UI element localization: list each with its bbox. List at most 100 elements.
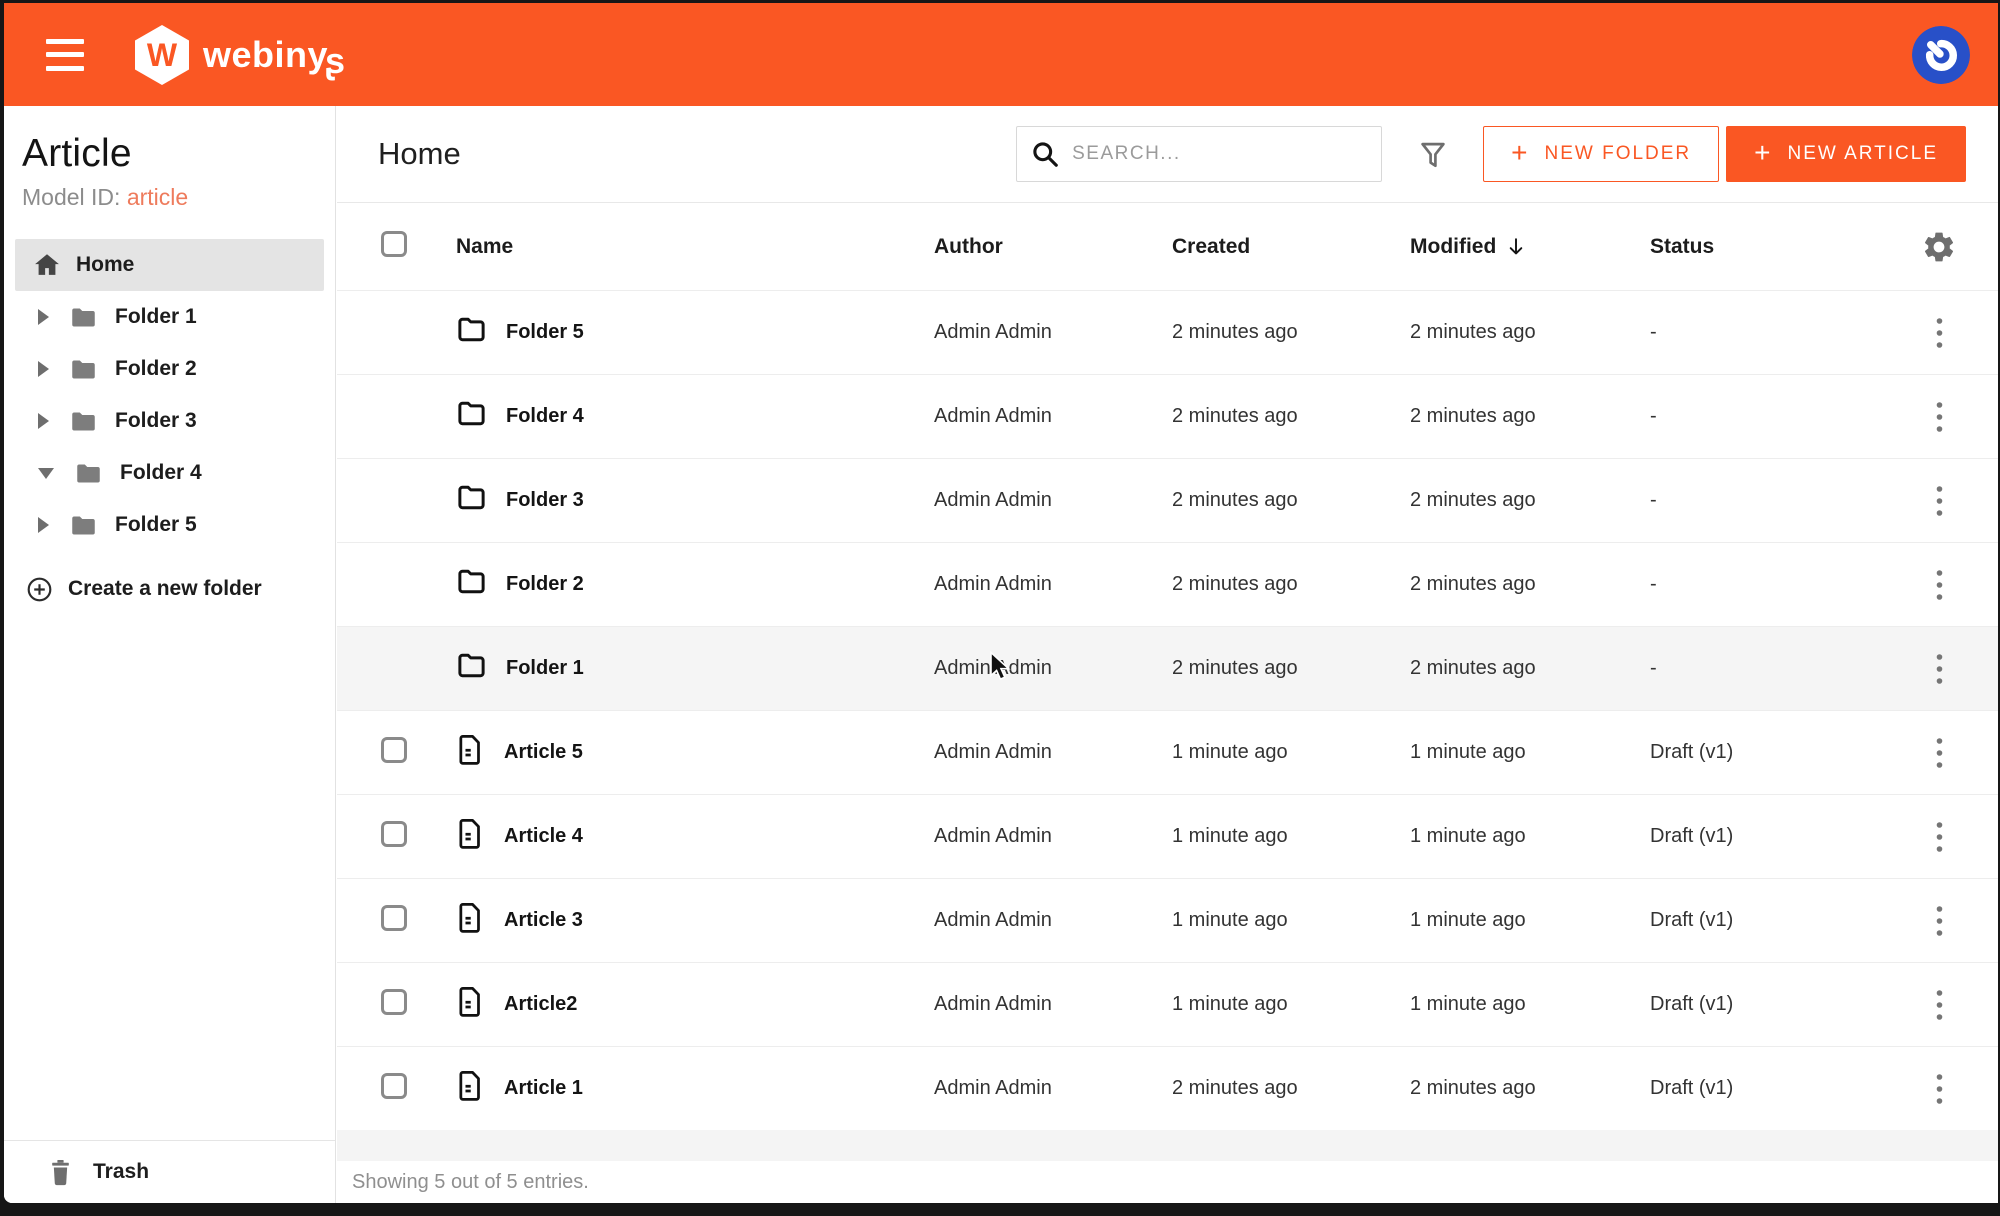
kebab-menu-icon[interactable]	[1931, 984, 1948, 1026]
entry-status: -	[1650, 657, 1900, 680]
kebab-menu-icon[interactable]	[1931, 564, 1948, 606]
table-row-folder-2[interactable]: Folder 2 Admin Admin 2 minutes ago 2 min…	[337, 542, 1998, 626]
entry-author: Admin Admin	[934, 573, 1172, 596]
kebab-menu-icon[interactable]	[1931, 396, 1948, 438]
entry-created: 1 minute ago	[1172, 741, 1410, 764]
entry-status: Draft (v1)	[1650, 741, 1900, 764]
table-row-article-4[interactable]: Article 4 Admin Admin 1 minute ago 1 min…	[337, 794, 1998, 878]
folder-label: Folder 2	[115, 357, 197, 381]
sidebar-item-folder-3[interactable]: Folder 3	[4, 395, 335, 447]
entry-name: Article 1	[504, 1077, 583, 1100]
folder-navigation: Home Folder 1 Folder 2 Folder 3	[4, 239, 335, 611]
entry-author: Admin Admin	[934, 909, 1172, 932]
table-row-article2[interactable]: Article2 Admin Admin 1 minute ago 1 minu…	[337, 962, 1998, 1046]
entry-status: Draft (v1)	[1650, 1077, 1900, 1100]
table-body: Folder 5 Admin Admin 2 minutes ago 2 min…	[337, 290, 1998, 1130]
entry-name: Article 5	[504, 741, 583, 764]
user-avatar[interactable]	[1912, 26, 1970, 84]
folder-icon	[456, 650, 487, 687]
plus-circle-icon	[26, 576, 53, 603]
table-row-article-3[interactable]: Article 3 Admin Admin 1 minute ago 1 min…	[337, 878, 1998, 962]
webiny-hexagon-icon: W	[134, 24, 190, 86]
folder-icon	[456, 566, 487, 603]
folder-label: Folder 1	[115, 305, 197, 329]
hamburger-menu-icon[interactable]	[46, 39, 86, 71]
entry-name: Article 4	[504, 825, 583, 848]
entry-author: Admin Admin	[934, 825, 1172, 848]
row-checkbox[interactable]	[381, 1073, 407, 1099]
kebab-menu-icon[interactable]	[1931, 480, 1948, 522]
caret-right-icon[interactable]	[38, 517, 49, 533]
entry-author: Admin Admin	[934, 657, 1172, 680]
table-row-article-1[interactable]: Article 1 Admin Admin 2 minutes ago 2 mi…	[337, 1046, 1998, 1130]
entry-modified: 2 minutes ago	[1410, 489, 1650, 512]
entry-name: Folder 3	[506, 489, 584, 512]
table-row-folder-4[interactable]: Folder 4 Admin Admin 2 minutes ago 2 min…	[337, 374, 1998, 458]
brand-tail-glyph: ʂ	[325, 40, 345, 82]
create-folder-button[interactable]: Create a new folder	[4, 567, 335, 611]
sidebar-item-home[interactable]: Home	[15, 239, 324, 291]
filter-funnel-icon[interactable]	[1417, 137, 1449, 171]
new-folder-button[interactable]: + NEW FOLDER	[1483, 126, 1719, 182]
folder-tree: Folder 1 Folder 2 Folder 3 Folder 4	[4, 291, 335, 551]
kebab-menu-icon[interactable]	[1931, 1068, 1948, 1110]
kebab-menu-icon[interactable]	[1931, 732, 1948, 774]
top-app-bar: W webiny ʂ	[4, 3, 1998, 106]
row-checkbox[interactable]	[381, 737, 407, 763]
new-article-button[interactable]: + NEW ARTICLE	[1726, 126, 1966, 182]
column-header-modified[interactable]: Modified	[1410, 235, 1650, 259]
document-icon	[456, 734, 485, 771]
entry-name: Article 3	[504, 909, 583, 932]
caret-right-icon[interactable]	[38, 361, 49, 377]
column-header-status[interactable]: Status	[1650, 235, 1900, 259]
table-row-folder-3[interactable]: Folder 3 Admin Admin 2 minutes ago 2 min…	[337, 458, 1998, 542]
sidebar-item-folder-2[interactable]: Folder 2	[4, 343, 335, 395]
caret-right-icon[interactable]	[38, 309, 49, 325]
row-checkbox[interactable]	[381, 821, 407, 847]
entry-author: Admin Admin	[934, 405, 1172, 428]
caret-right-icon[interactable]	[38, 413, 49, 429]
folder-icon	[70, 304, 97, 331]
entry-author: Admin Admin	[934, 993, 1172, 1016]
settings-gear-icon[interactable]	[1921, 229, 1957, 265]
model-id-value: article	[127, 184, 188, 210]
table-row-folder-1[interactable]: Folder 1 Admin Admin 2 minutes ago 2 min…	[337, 626, 1998, 710]
entry-modified: 2 minutes ago	[1410, 1077, 1650, 1100]
entry-author: Admin Admin	[934, 1077, 1172, 1100]
entry-modified: 2 minutes ago	[1410, 321, 1650, 344]
sidebar-item-trash[interactable]: Trash	[4, 1140, 335, 1203]
folder-icon	[75, 460, 102, 487]
document-icon	[456, 818, 485, 855]
create-folder-label: Create a new folder	[68, 577, 262, 601]
row-checkbox[interactable]	[381, 905, 407, 931]
folder-icon	[70, 356, 97, 383]
sidebar-spacer	[4, 611, 335, 1140]
row-checkbox[interactable]	[381, 989, 407, 1015]
model-id-label: Model ID:	[22, 184, 120, 210]
new-folder-label: NEW FOLDER	[1544, 143, 1691, 165]
select-all-checkbox[interactable]	[381, 231, 407, 257]
column-header-created[interactable]: Created	[1172, 235, 1410, 259]
sidebar-item-folder-4[interactable]: Folder 4	[4, 447, 335, 499]
sidebar-item-folder-5[interactable]: Folder 5	[4, 499, 335, 551]
kebab-menu-icon[interactable]	[1931, 648, 1948, 690]
search-input[interactable]	[1072, 143, 1352, 165]
table-row-folder-5[interactable]: Folder 5 Admin Admin 2 minutes ago 2 min…	[337, 290, 1998, 374]
app-window: W webiny ʂ Article Model ID: article	[4, 3, 1998, 1203]
kebab-menu-icon[interactable]	[1931, 816, 1948, 858]
table-row-article-5[interactable]: Article 5 Admin Admin 1 minute ago 1 min…	[337, 710, 1998, 794]
entries-summary: Showing 5 out of 5 entries.	[352, 1171, 589, 1194]
search-box	[1016, 126, 1382, 182]
document-icon	[456, 986, 485, 1023]
column-header-author[interactable]: Author	[934, 235, 1172, 259]
table-header: Name Author Created Modified Status	[337, 203, 1998, 290]
kebab-menu-icon[interactable]	[1931, 312, 1948, 354]
column-header-name[interactable]: Name	[451, 235, 934, 259]
entry-modified: 2 minutes ago	[1410, 573, 1650, 596]
webiny-logo[interactable]: W webiny ʂ	[134, 24, 345, 86]
sidebar-item-folder-1[interactable]: Folder 1	[4, 291, 335, 343]
folder-icon	[456, 314, 487, 351]
kebab-menu-icon[interactable]	[1931, 900, 1948, 942]
entry-status: -	[1650, 489, 1900, 512]
caret-down-icon[interactable]	[38, 468, 54, 479]
